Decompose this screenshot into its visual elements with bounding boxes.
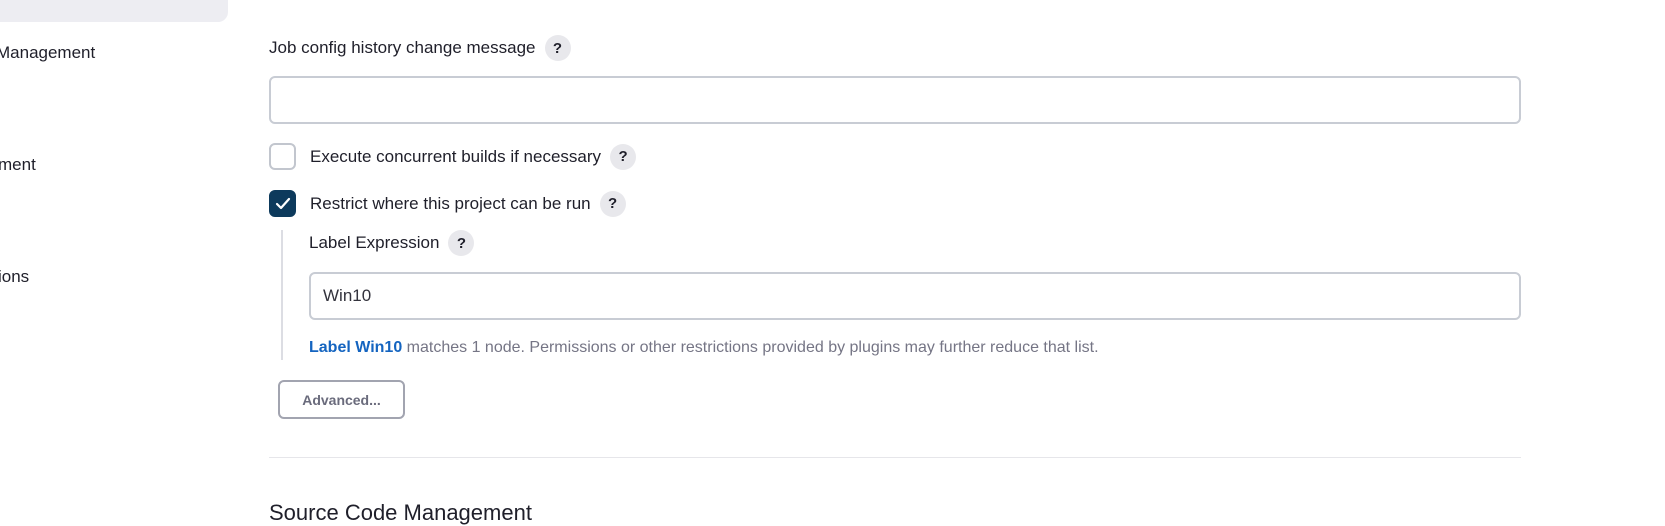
- label-match-text: matches 1 node. Permissions or other res…: [402, 339, 1099, 356]
- help-icon[interactable]: ?: [544, 35, 571, 61]
- concurrent-builds-checkbox[interactable]: [269, 143, 296, 170]
- concurrent-builds-label[interactable]: Execute concurrent builds if necessary: [310, 147, 601, 167]
- section-heading-source-code-management: Source Code Management: [269, 500, 532, 525]
- label-expression-label-row: Label Expression ?: [309, 230, 475, 256]
- restrict-run-row: Restrict where this project can be run ?: [269, 190, 626, 217]
- help-icon[interactable]: ?: [599, 190, 626, 217]
- help-icon[interactable]: ?: [610, 143, 637, 170]
- concurrent-builds-row: Execute concurrent builds if necessary ?: [269, 143, 637, 170]
- sidebar-item-actions[interactable]: ions: [0, 267, 29, 287]
- section-divider: [269, 457, 1521, 458]
- sidebar-active-item[interactable]: [0, 0, 228, 22]
- label-expression-label: Label Expression: [309, 233, 440, 252]
- restrict-run-checkbox[interactable]: [269, 190, 296, 217]
- change-message-label-row: Job config history change message ?: [269, 35, 571, 61]
- advanced-button[interactable]: Advanced...: [278, 380, 405, 419]
- label-match-info: Label Win10 matches 1 node. Permissions …: [309, 339, 1099, 357]
- sidebar-item-environment[interactable]: ment: [0, 155, 36, 175]
- nested-section-bar: [281, 230, 283, 360]
- help-icon[interactable]: ?: [448, 230, 475, 256]
- sidebar: Management ment ions: [0, 0, 240, 526]
- label-link[interactable]: Label Win10: [309, 339, 402, 356]
- change-message-input[interactable]: [269, 76, 1521, 124]
- restrict-run-label[interactable]: Restrict where this project can be run: [310, 194, 591, 214]
- change-message-label: Job config history change message: [269, 38, 536, 57]
- config-form: Job config history change message ? Exec…: [269, 0, 1521, 526]
- configure-page: Management ment ions Job config history …: [0, 0, 1665, 526]
- label-expression-input[interactable]: [309, 272, 1521, 320]
- check-icon: [275, 197, 290, 210]
- sidebar-item-management[interactable]: Management: [0, 43, 95, 63]
